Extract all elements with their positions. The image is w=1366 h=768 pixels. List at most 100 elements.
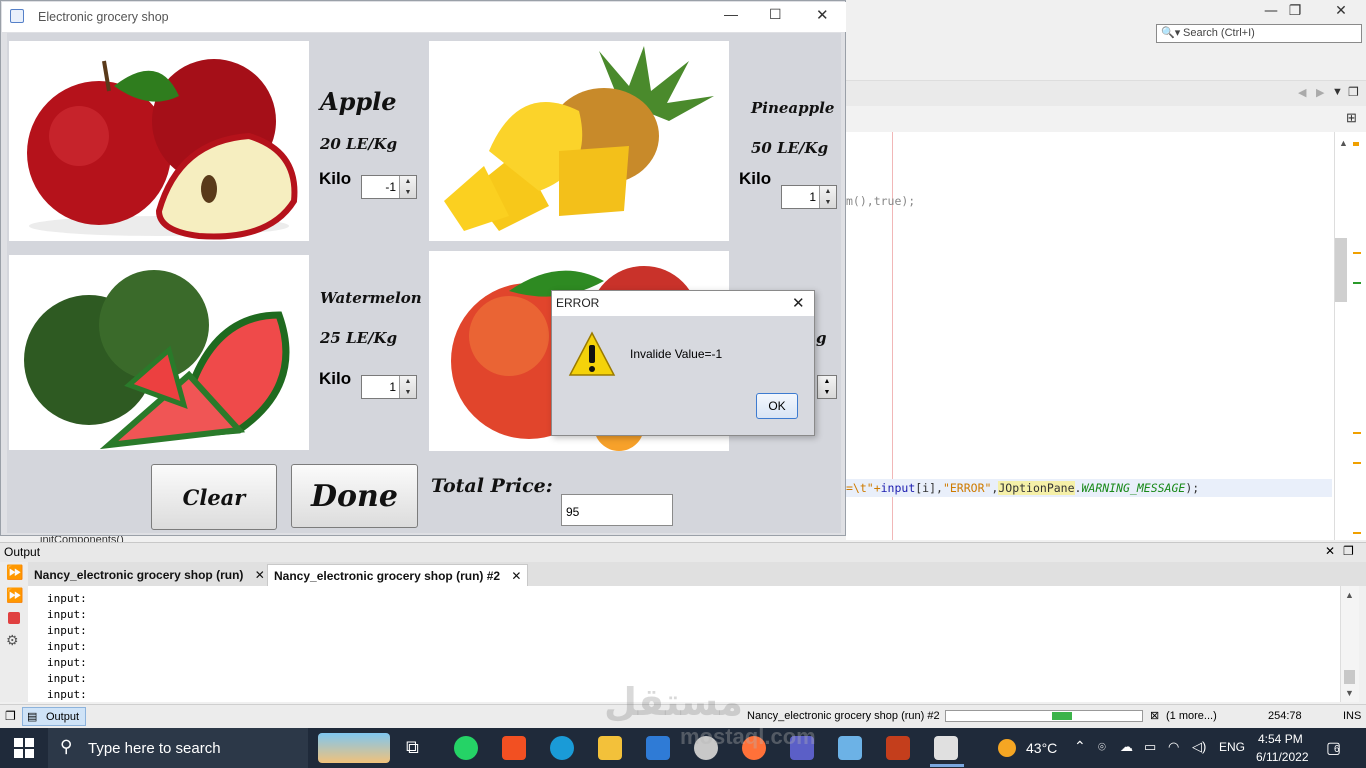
stripe-mark[interactable] <box>1353 282 1361 284</box>
watermelon-kilo-value[interactable]: 1 <box>389 380 396 394</box>
stripe-mark[interactable] <box>1353 252 1361 254</box>
edge-icon[interactable] <box>550 736 574 760</box>
total-price-value: 95 <box>566 505 580 519</box>
grocery-app-window: Electronic grocery shop — ☐ ✕ Apple 20 L… <box>0 0 846 536</box>
close-icon[interactable]: ✕ <box>511 569 521 583</box>
maximize-icon[interactable]: ☐ <box>769 6 782 23</box>
stop-icon[interactable] <box>8 612 20 624</box>
powerpoint-icon[interactable] <box>886 736 910 760</box>
ide-editor-toolbar: ⊞ <box>846 106 1366 133</box>
input-language[interactable]: ENG <box>1219 740 1245 754</box>
pineapple-kilo-spinner[interactable]: 1 ▲ ▼ <box>781 185 837 209</box>
tab-scroll-left-icon[interactable]: ◀ <box>1298 86 1306 99</box>
done-button-label: Done <box>311 479 398 514</box>
output-tab[interactable]: Nancy_electronic grocery shop (run) ✕ <box>28 564 271 586</box>
split-editor-icon[interactable]: ⊞ <box>1346 110 1357 126</box>
restore-window-icon[interactable]: ❐ <box>1343 544 1354 558</box>
close-icon[interactable]: ✕ <box>792 294 805 312</box>
taskbar-search-box[interactable]: ⚲ Type here to search <box>48 728 308 768</box>
total-price-field[interactable]: 95 <box>561 494 673 526</box>
spinner-up-icon[interactable]: ▲ <box>400 176 416 187</box>
rerun-icon[interactable]: ⏩ <box>6 564 23 581</box>
spinner-down-icon[interactable]: ▼ <box>400 187 416 198</box>
apple-kilo-value[interactable]: -1 <box>385 180 396 194</box>
ide-close-button[interactable]: ✕ <box>1318 0 1364 22</box>
meet-now-icon[interactable]: ⌾ <box>1098 739 1106 755</box>
clock-date[interactable]: 6/11/2022 <box>1256 750 1309 764</box>
close-icon[interactable]: ✕ <box>255 568 265 582</box>
virtualbox-icon[interactable] <box>838 736 862 760</box>
peach-price-partial: g <box>816 329 827 347</box>
java-app-icon[interactable] <box>934 736 958 760</box>
output-tab-label: Nancy_electronic grocery shop (run) #2 <box>274 569 501 583</box>
spinner-down-icon[interactable]: ▼ <box>820 197 836 208</box>
tab-scroll-right-icon[interactable]: ▶ <box>1316 86 1324 99</box>
spinner-down-icon[interactable]: ▼ <box>818 387 836 398</box>
watermark-logo: مستقل <box>604 680 743 724</box>
onedrive-icon[interactable]: ☁ <box>1120 739 1133 755</box>
pineapple-name: Pineapple <box>751 99 835 117</box>
stripe-mark[interactable] <box>1353 462 1361 464</box>
mail-icon[interactable] <box>646 736 670 760</box>
spinner-down-icon[interactable]: ▼ <box>400 387 416 398</box>
code-token: JOptionPane <box>998 481 1075 495</box>
console-scrollbar[interactable]: ▲ ▼ <box>1340 586 1359 702</box>
clock-time[interactable]: 4:54 PM <box>1258 732 1303 746</box>
scroll-up-icon[interactable]: ▲ <box>1339 138 1348 148</box>
clear-button[interactable]: Clear <box>151 464 277 530</box>
task-view-icon[interactable]: ⧉ <box>406 737 419 758</box>
ide-restore-button[interactable]: ❐ <box>1272 0 1318 22</box>
output-tab-active[interactable]: Nancy_electronic grocery shop (run) #2 ✕ <box>267 564 529 586</box>
code-line-current: =\t"+input[i],"ERROR",JOptionPane.WARNIN… <box>846 481 1199 495</box>
battery-icon[interactable]: ▭ <box>1144 739 1156 755</box>
spinner-up-icon[interactable]: ▲ <box>400 376 416 387</box>
rerun-with-args-icon[interactable]: ⏩ <box>6 587 23 604</box>
stripe-mark[interactable] <box>1353 532 1361 534</box>
java-icon <box>10 9 24 23</box>
more-tasks-link[interactable]: (1 more...) <box>1166 710 1217 722</box>
watermelon-kilo-spinner[interactable]: 1 ▲ ▼ <box>361 375 417 399</box>
windows-start-icon[interactable] <box>14 738 34 758</box>
cancel-task-icon[interactable]: ⊠ <box>1150 709 1159 722</box>
code-token: [i], <box>915 481 943 495</box>
file-explorer-icon[interactable] <box>598 736 622 760</box>
restore-window-icon[interactable]: ❐ <box>1348 85 1359 99</box>
notifications-icon[interactable]: ▢ 6 <box>1326 738 1346 758</box>
editor-error-stripe[interactable]: ▲ <box>1334 132 1366 540</box>
apple-kilo-spinner[interactable]: -1 ▲ ▼ <box>361 175 417 199</box>
settings-icon[interactable]: ⚙ <box>6 632 19 649</box>
close-icon[interactable]: ✕ <box>1325 544 1335 558</box>
whatsapp-icon[interactable] <box>454 736 478 760</box>
done-button[interactable]: Done <box>291 464 418 528</box>
chevron-up-icon[interactable]: ⌃ <box>1074 738 1086 755</box>
ide-search-input[interactable]: 🔍▾ Search (Ctrl+I) <box>1156 24 1362 43</box>
output-toggle-button[interactable]: ▤ Output <box>22 707 86 726</box>
restore-window-icon[interactable]: ❐ <box>5 709 16 723</box>
error-dialog: ERROR ✕ Invalide Value=-1 OK <box>551 290 815 436</box>
spinner-up-icon[interactable]: ▲ <box>820 186 836 197</box>
watermelon-kilo-label: Kilo <box>319 369 352 388</box>
temperature[interactable]: 43°C <box>1026 740 1057 756</box>
spinner-up-icon[interactable]: ▲ <box>818 376 836 387</box>
pineapple-price: 50 LE/Kg <box>751 139 829 157</box>
wifi-icon[interactable]: ◠ <box>1168 739 1179 755</box>
editor-scroll-thumb[interactable] <box>1335 238 1347 302</box>
scroll-down-icon[interactable]: ▼ <box>1345 688 1354 698</box>
output-window-icon: ▤ <box>27 711 38 723</box>
tab-list-dropdown-icon[interactable]: ▼ <box>1332 86 1343 98</box>
stripe-mark[interactable] <box>1353 142 1359 146</box>
console-scroll-thumb[interactable] <box>1344 670 1355 684</box>
ide-search-placeholder: Search (Ctrl+I) <box>1183 27 1255 39</box>
pineapple-kilo-value[interactable]: 1 <box>809 190 816 204</box>
watermark-text: mostaql.com <box>680 724 816 749</box>
search-icon: 🔍▾ <box>1161 27 1181 39</box>
weather-widget-icon[interactable] <box>318 733 390 763</box>
ok-button[interactable]: OK <box>756 393 798 419</box>
volume-icon[interactable]: ◁) <box>1192 739 1206 755</box>
scroll-up-icon[interactable]: ▲ <box>1345 590 1354 600</box>
stripe-mark[interactable] <box>1353 432 1361 434</box>
store-icon[interactable] <box>502 736 526 760</box>
close-icon[interactable]: ✕ <box>816 6 829 24</box>
minimize-icon[interactable]: — <box>724 6 738 22</box>
peach-kilo-spinner[interactable]: ▲ ▼ <box>817 375 837 399</box>
